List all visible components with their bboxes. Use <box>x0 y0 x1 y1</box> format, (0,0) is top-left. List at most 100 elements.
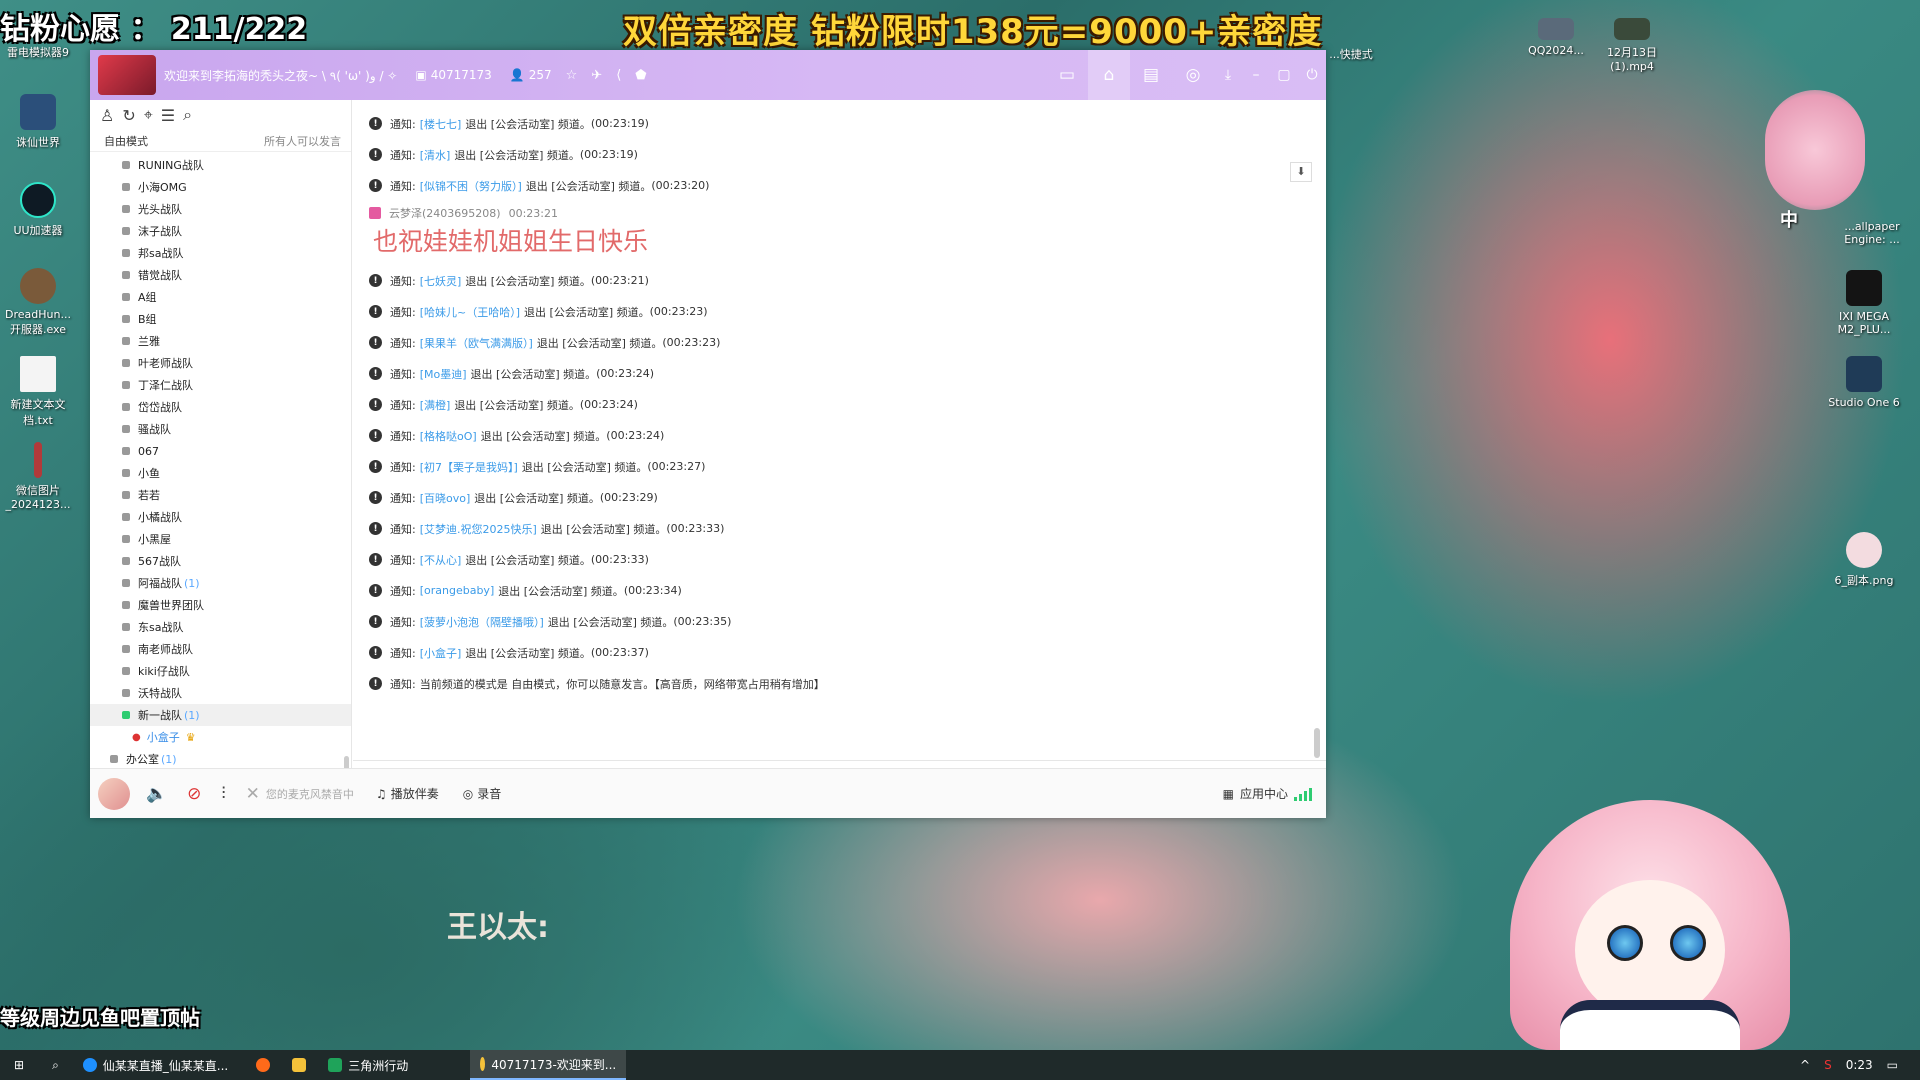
notice-user-link[interactable]: [七妖灵] <box>420 273 462 289</box>
minimize-icon[interactable]: – <box>1242 50 1270 100</box>
channel-item[interactable]: 567战队 <box>90 550 351 572</box>
desktop-icon[interactable]: 雷电模拟器9 <box>0 44 76 60</box>
notice-user-link[interactable]: [不从心] <box>420 552 462 568</box>
record-button[interactable]: 录音 <box>477 785 501 802</box>
notice-user-link[interactable]: [百晓ovo] <box>420 490 471 506</box>
notice-user-link[interactable]: [菠萝小泡泡（隔壁播哦）] <box>420 614 544 630</box>
list-icon[interactable]: ☰ <box>161 106 175 125</box>
notice-user-link[interactable]: [格格哒oO] <box>420 428 477 444</box>
apps-grid-icon[interactable]: ▦ <box>1223 787 1234 801</box>
desktop-icon[interactable]: IXI MEGA M2_PLU... <box>1822 270 1906 336</box>
channel-item[interactable]: 魔兽世界团队 <box>90 594 351 616</box>
channel-item[interactable]: 067 <box>90 440 351 462</box>
clock[interactable]: 0:23 <box>1846 1058 1873 1072</box>
channel-item[interactable]: 小海OMG <box>90 176 351 198</box>
desktop-icon[interactable]: ...allpaper Engine: ... <box>1830 220 1914 246</box>
desktop-icon[interactable]: QQ2024... <box>1518 18 1594 57</box>
chat-scrollbar[interactable] <box>1314 728 1320 758</box>
channel-item[interactable]: 兰雅 <box>90 330 351 352</box>
channel-item[interactable]: A组 <box>90 286 351 308</box>
desktop-icon[interactable]: 12月13日(1).mp4 <box>1594 18 1670 73</box>
channel-user[interactable]: ● 小盒子 ♛ <box>90 726 351 748</box>
windows-start-icon[interactable]: ⊞ <box>0 1050 38 1080</box>
avatar[interactable] <box>98 777 130 810</box>
desktop-icon[interactable]: ...快捷式 <box>1326 46 1376 62</box>
taskbar-app[interactable] <box>282 1050 316 1080</box>
person-icon[interactable]: ♙ <box>100 106 114 125</box>
channel-item[interactable]: 南老师战队 <box>90 638 351 660</box>
desktop-icon[interactable]: DreadHun...开服器.exe <box>0 268 76 337</box>
channel-item[interactable]: 邦sa战队 <box>90 242 351 264</box>
notice-user-link[interactable]: [楼七七] <box>420 116 462 132</box>
notice-user-link[interactable]: [哈妹儿~（王哈哈）] <box>420 304 520 320</box>
notice-user-link[interactable]: [似锦不困（努力版）] <box>420 178 522 194</box>
notice-user-link[interactable]: [满橙] <box>420 397 451 413</box>
channel-item-office[interactable]: 办公室 (1) <box>90 748 351 768</box>
desktop-icon[interactable]: 微信图片_2024123... <box>0 442 76 511</box>
sidebar-scrollbar[interactable] <box>344 756 349 768</box>
taskbar-app[interactable]: 仙某某直播_仙某某直... <box>73 1050 238 1080</box>
power-icon[interactable]: ⏻ <box>1298 50 1326 100</box>
channel-item[interactable]: 阿福战队 (1) <box>90 572 351 594</box>
channel-item[interactable]: 沃特战队 <box>90 682 351 704</box>
refresh-icon[interactable]: ↻ <box>122 106 135 125</box>
channel-item[interactable]: 叶老师战队 <box>90 352 351 374</box>
maximize-icon[interactable]: ▢ <box>1270 50 1298 100</box>
notice-user-link[interactable]: [清水] <box>420 147 451 163</box>
play-accompany-button[interactable]: 播放伴奏 <box>391 785 439 802</box>
mic-muted-icon[interactable]: ⊘ <box>187 784 201 804</box>
download-icon[interactable]: ⤓ <box>1214 50 1242 100</box>
shield-icon[interactable]: ⬟ <box>635 68 646 83</box>
scroll-bottom-icon[interactable]: ⬇ <box>1290 162 1312 182</box>
desktop-icon[interactable]: 6_副本.png <box>1822 532 1906 588</box>
record-icon[interactable]: ◎ <box>463 787 473 801</box>
notice-user-link[interactable]: [果果羊（欧气满满版）] <box>420 335 533 351</box>
music-icon[interactable]: ♫ <box>376 787 387 801</box>
app-center-button[interactable]: 应用中心 <box>1240 785 1288 802</box>
channel-item[interactable]: 骚战队 <box>90 418 351 440</box>
window-titlebar[interactable]: 欢迎来到李拓海的秃头之夜~ \ ٩( 'ω' )و / ✧ ▣ 40717173… <box>90 50 1326 100</box>
taskbar-app[interactable]: 三角洲行动 <box>318 1050 468 1080</box>
board-icon[interactable]: ▤ <box>1130 50 1172 100</box>
taskbar-app[interactable] <box>246 1050 280 1080</box>
share-icon[interactable]: ⟨ <box>616 68 621 83</box>
equalizer-icon[interactable]: ⫶ <box>221 784 225 804</box>
taskbar-app-active[interactable]: 40717173-欢迎来到... <box>470 1050 627 1080</box>
channel-item[interactable]: 东sa战队 <box>90 616 351 638</box>
notification-icon[interactable]: ▭ <box>1887 1058 1898 1072</box>
search-icon[interactable]: ⌕ <box>183 105 192 125</box>
search-icon[interactable]: ⌕ <box>38 1050 73 1080</box>
speaker-icon[interactable]: 🔈 <box>146 784 167 804</box>
desktop-icon[interactable]: Studio One 6 <box>1822 356 1906 409</box>
location-icon[interactable]: ⌖ <box>144 105 153 125</box>
star-icon[interactable]: ☆ <box>566 68 578 83</box>
notice-user-link[interactable]: [艾梦迪.祝您2025快乐] <box>420 521 537 537</box>
notice-user-link[interactable]: [初7【栗子是我妈】] <box>420 459 518 475</box>
desktop-icon[interactable]: 诛仙世界 <box>0 94 76 150</box>
plane-icon[interactable]: ✈ <box>591 68 602 83</box>
video-icon[interactable]: ▭ <box>1046 50 1088 100</box>
channel-item[interactable]: kiki仔战队 <box>90 660 351 682</box>
channel-item[interactable]: 若若 <box>90 484 351 506</box>
channel-item[interactable]: 丁泽仁战队 <box>90 374 351 396</box>
desktop-icon[interactable]: UU加速器 <box>0 182 76 238</box>
message-sender[interactable]: 云梦泽(2403695208) <box>389 205 501 221</box>
channel-item[interactable]: 岱岱战队 <box>90 396 351 418</box>
notice-user-link[interactable]: [小盒子] <box>420 645 462 661</box>
notice-user-link[interactable]: [Mo墨迪] <box>420 366 467 382</box>
channel-item[interactable]: RUNING战队 <box>90 154 351 176</box>
channel-item[interactable]: 小橘战队 <box>90 506 351 528</box>
home-icon[interactable]: ⌂ <box>1088 50 1130 100</box>
gamepad-icon[interactable]: ◎ <box>1172 50 1214 100</box>
channel-item[interactable]: 沫子战队 <box>90 220 351 242</box>
chevron-up-icon[interactable]: ^ <box>1800 1058 1810 1072</box>
channel-item-selected[interactable]: 新一战队 (1) <box>90 704 351 726</box>
channel-item[interactable]: 光头战队 <box>90 198 351 220</box>
channel-item[interactable]: B组 <box>90 308 351 330</box>
channel-item[interactable]: 小黑屋 <box>90 528 351 550</box>
tray-app-icon[interactable]: S <box>1824 1058 1832 1072</box>
desktop-icon[interactable]: 新建文本文档.txt <box>0 356 76 428</box>
channel-item[interactable]: 错觉战队 <box>90 264 351 286</box>
channel-item[interactable]: 小鱼 <box>90 462 351 484</box>
notice-user-link[interactable]: [orangebaby] <box>420 584 495 597</box>
